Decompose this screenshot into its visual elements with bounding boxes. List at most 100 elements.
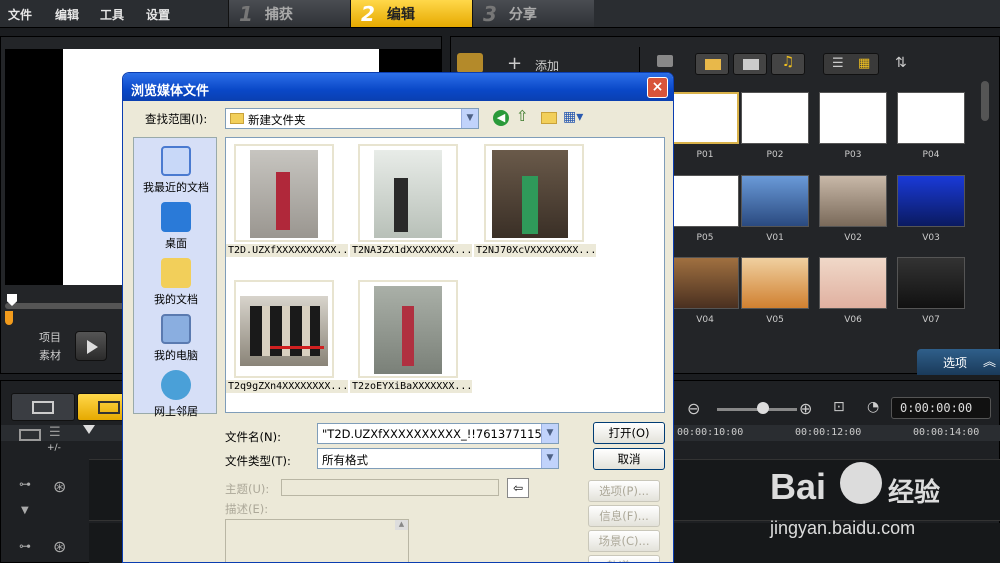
thumbnail-label: V02: [844, 233, 862, 243]
up-folder-icon[interactable]: ⇧: [516, 107, 529, 125]
chevron-up-icon: ︽: [983, 355, 997, 370]
library-icon: [457, 53, 483, 73]
place-network[interactable]: 网上邻居: [134, 370, 218, 419]
library-thumbnail[interactable]: [819, 175, 887, 227]
library-thumbnail[interactable]: [741, 92, 809, 144]
file-name: T2zoEYXiBaXXXXXXX...: [350, 380, 472, 393]
library-thumbnail[interactable]: [819, 257, 887, 309]
film-icon: [705, 59, 721, 70]
menu-tools[interactable]: 工具: [100, 6, 124, 23]
library-thumbnail[interactable]: [671, 92, 739, 144]
file-item[interactable]: T2q9gZXn4XXXXXXXX...: [226, 278, 348, 396]
filter-photo-button[interactable]: [733, 53, 767, 75]
chapter-list-icon[interactable]: ☰: [49, 425, 61, 440]
thumbnail-label: V07: [922, 315, 940, 325]
trim-marker[interactable]: [5, 311, 13, 325]
file-thumbnail: [358, 144, 458, 242]
ruler-tick: 00:00:14:00: [913, 427, 980, 438]
zoom-out-icon[interactable]: ⊖: [687, 399, 700, 418]
track-visibility-icon[interactable]: ⊶: [19, 539, 31, 553]
place-desktop[interactable]: 桌面: [134, 202, 218, 251]
place-computer[interactable]: 我的电脑: [134, 314, 218, 363]
track-add-remove[interactable]: +/-: [47, 443, 61, 453]
arrow-left-icon[interactable]: ⇦: [507, 478, 529, 498]
photo-image: [240, 296, 328, 366]
view-menu-icon[interactable]: ▦▾: [563, 109, 583, 125]
track-manager-icon[interactable]: [19, 429, 41, 441]
menu-settings[interactable]: 设置: [146, 6, 170, 23]
file-item[interactable]: T2NJ70XcVXXXXXXXX...: [474, 142, 596, 260]
filename-input[interactable]: "T2D.UZXfXXXXXXXXXX_!!761377115.jpg" " ▼: [317, 423, 559, 444]
folder-icon[interactable]: [657, 55, 673, 67]
play-button[interactable]: [75, 331, 107, 361]
library-thumbnail[interactable]: [897, 92, 965, 144]
options-tab[interactable]: 选项 ︽: [917, 349, 1000, 375]
step-share[interactable]: 3 分享: [472, 0, 594, 27]
library-thumbnail[interactable]: [671, 257, 739, 309]
library-thumbnail[interactable]: [671, 175, 739, 227]
chevron-down-icon[interactable]: ▼: [541, 424, 558, 443]
chevron-down-icon[interactable]: ▼: [461, 109, 478, 128]
subject-label: 主题(U):: [225, 482, 270, 496]
project-mode-label[interactable]: 项目: [39, 329, 61, 345]
back-icon[interactable]: ◀: [493, 110, 509, 126]
info-button: 信息(F)...: [588, 505, 660, 527]
open-button[interactable]: 打开(O): [593, 422, 665, 444]
file-item[interactable]: T2NA3ZX1dXXXXXXXX...: [350, 142, 472, 260]
thumbnail-label: P04: [922, 150, 940, 160]
menu-edit[interactable]: 编辑: [55, 6, 79, 23]
place-documents[interactable]: 我的文档: [134, 258, 218, 307]
chevron-down-icon[interactable]: ▼: [541, 449, 558, 468]
zoom-in-icon[interactable]: ⊕: [799, 399, 812, 418]
place-recent[interactable]: 我最近的文档: [134, 146, 218, 195]
thumbnail-label: P01: [696, 150, 714, 160]
computer-icon: [161, 314, 191, 344]
desktop-icon: [161, 202, 191, 232]
grid-view-icon[interactable]: ▦: [858, 56, 870, 71]
thumbnail-label: V01: [766, 233, 784, 243]
timecode-display[interactable]: 0:00:00:00: [891, 397, 991, 419]
figure-shape: [276, 172, 290, 230]
clip-mode-label[interactable]: 素材: [39, 347, 61, 363]
place-label: 我的电脑: [154, 349, 198, 362]
playhead-icon[interactable]: [83, 425, 95, 434]
library-thumbnail[interactable]: [819, 92, 887, 144]
folder-icon: [230, 113, 244, 124]
lookin-dropdown[interactable]: 新建文件夹 ▼: [225, 108, 479, 129]
fit-icon[interactable]: ⊡: [833, 399, 845, 415]
library-thumbnail[interactable]: [741, 175, 809, 227]
filter-audio-button[interactable]: ♫: [771, 53, 805, 75]
cancel-button[interactable]: 取消: [593, 448, 665, 470]
view-toggle[interactable]: ☰ ▦: [823, 53, 879, 75]
library-thumbnail[interactable]: [741, 257, 809, 309]
add-icon[interactable]: +: [507, 53, 522, 74]
photo-image: [250, 150, 318, 238]
zoom-slider-handle[interactable]: [757, 402, 769, 414]
menu-file[interactable]: 文件: [8, 6, 32, 23]
library-thumbnail[interactable]: [897, 175, 965, 227]
track-visibility-icon[interactable]: ⊶: [19, 477, 31, 491]
storyboard-view-button[interactable]: [11, 393, 75, 421]
close-button[interactable]: ×: [647, 77, 668, 98]
options-button: 选项(P)...: [588, 480, 660, 502]
step-edit[interactable]: 2 编辑: [350, 0, 472, 27]
library-thumbnail[interactable]: [897, 257, 965, 309]
file-item[interactable]: T2zoEYXiBaXXXXXXX...: [350, 278, 472, 396]
filter-video-button[interactable]: [695, 53, 729, 75]
watermark-url: jingyan.baidu.com: [770, 518, 916, 538]
chevron-down-icon[interactable]: ▼: [21, 505, 29, 516]
list-view-icon[interactable]: ☰: [832, 56, 844, 71]
file-name: T2NA3ZX1dXXXXXXXX...: [350, 244, 472, 257]
photo-icon: [743, 59, 759, 70]
filetype-dropdown[interactable]: 所有格式 ▼: [317, 448, 559, 469]
storyboard-icon: [32, 401, 54, 414]
step-number: 3: [483, 1, 497, 26]
sort-icon[interactable]: ⇅: [895, 55, 907, 71]
library-scrollbar[interactable]: [981, 81, 989, 121]
file-item[interactable]: T2D.UZXfXXXXXXXXXX...: [226, 142, 348, 260]
step-capture[interactable]: 1 捕获: [228, 0, 350, 27]
filename-label: 文件名(N):: [225, 430, 281, 444]
new-folder-icon[interactable]: [541, 112, 557, 124]
extra-button: 轨道...: [588, 555, 660, 562]
place-label: 我的文档: [154, 293, 198, 306]
